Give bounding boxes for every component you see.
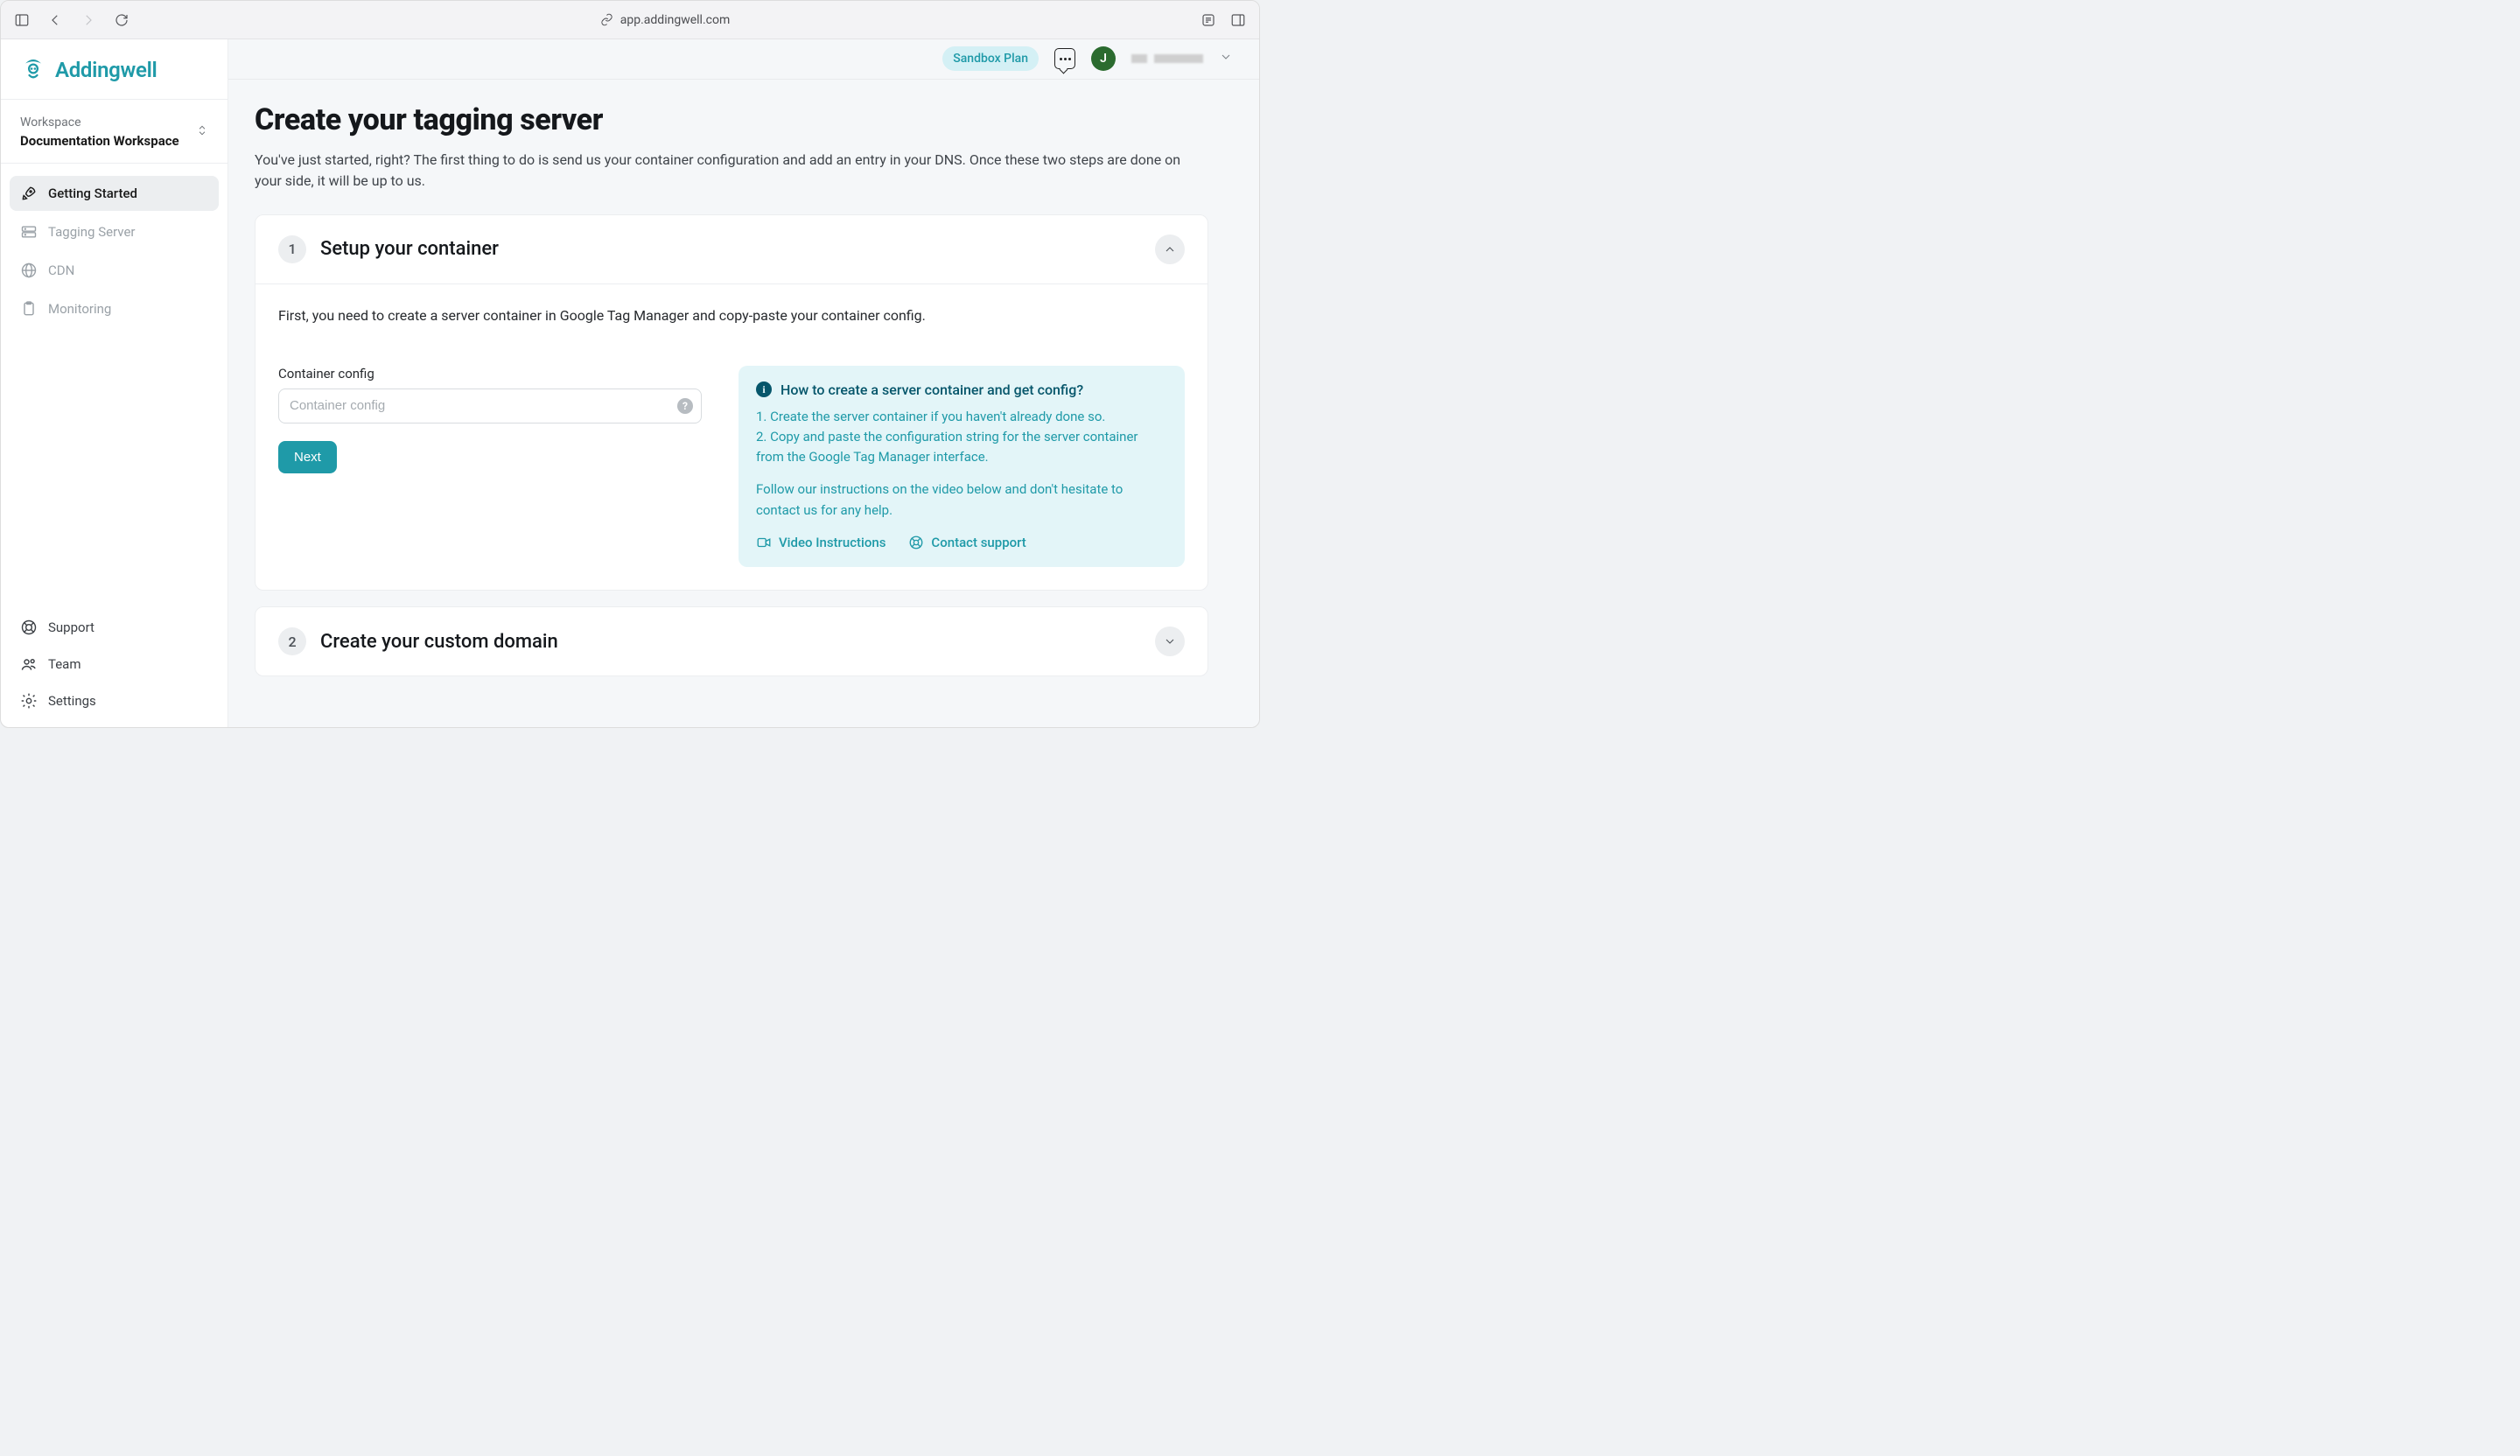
step-number: 1 [278, 235, 306, 263]
next-button[interactable]: Next [278, 441, 337, 473]
page-content: Create your tagging server You've just s… [228, 80, 1235, 728]
nav-item-label: Monitoring [48, 301, 111, 317]
chat-icon[interactable] [1054, 48, 1075, 69]
help-tail: Follow our instructions on the video bel… [756, 480, 1167, 521]
browser-window: app.addingwell.com Addingw [0, 0, 1260, 728]
gear-icon [20, 692, 38, 710]
collapse-button[interactable] [1155, 234, 1185, 264]
nav-item-label: CDN [48, 262, 74, 278]
nav-forward-icon [80, 11, 97, 29]
main-nav: Getting Started Tagging Server CDN Monit… [1, 164, 228, 339]
video-icon [756, 535, 772, 550]
nav-item-label: Support [48, 620, 94, 635]
app-sidebar: Addingwell Workspace Documentation Works… [1, 39, 228, 727]
address-bar[interactable]: app.addingwell.com [600, 13, 730, 27]
clipboard-icon [20, 300, 38, 318]
brand-name: Addingwell [55, 58, 157, 82]
panel-toggle-icon[interactable] [1229, 11, 1247, 29]
help-heading: How to create a server container and get… [780, 382, 1083, 398]
step-title: Create your custom domain [320, 631, 1141, 653]
help-icon[interactable]: ? [677, 398, 693, 414]
link-icon [600, 13, 613, 26]
step-1-body: First, you need to create a server conta… [256, 284, 1208, 591]
video-instructions-link[interactable]: Video Instructions [756, 533, 886, 553]
nav-item-label: Settings [48, 693, 96, 709]
nav-support[interactable]: Support [10, 610, 219, 645]
profile-chevron-icon[interactable] [1219, 50, 1233, 67]
lifebuoy-icon [908, 535, 924, 550]
nav-settings[interactable]: Settings [10, 683, 219, 718]
lifebuoy-icon [20, 619, 38, 636]
step-number: 2 [278, 627, 306, 655]
nav-item-label: Getting Started [48, 186, 137, 201]
step-1-card: 1 Setup your container First, you need t… [255, 214, 1208, 592]
reader-icon[interactable] [1200, 11, 1217, 29]
workspace-switcher[interactable]: Workspace Documentation Workspace [1, 100, 228, 164]
help-line-1: 1. Create the server container if you ha… [756, 409, 1105, 424]
contact-support-link[interactable]: Contact support [908, 533, 1026, 553]
bottom-nav: Support Team Settings [1, 601, 228, 727]
page-title: Create your tagging server [255, 102, 1208, 137]
info-icon: i [756, 382, 772, 397]
workspace-chevron-icon [196, 124, 208, 140]
browser-toolbar: app.addingwell.com [1, 1, 1259, 39]
team-icon [20, 655, 38, 673]
step-1-header[interactable]: 1 Setup your container [256, 215, 1208, 284]
help-panel: i How to create a server container and g… [738, 366, 1185, 568]
addingwell-mark-icon [20, 57, 46, 83]
nav-item-label: Team [48, 656, 81, 672]
server-icon [20, 223, 38, 241]
avatar[interactable]: J [1091, 46, 1116, 71]
chevron-down-icon [1163, 634, 1177, 648]
step-title: Setup your container [320, 238, 1141, 260]
help-line-2: 2. Copy and paste the configuration stri… [756, 429, 1138, 465]
step-2-card: 2 Create your custom domain [255, 606, 1208, 676]
nav-monitoring[interactable]: Monitoring [10, 291, 219, 326]
nav-back-icon[interactable] [46, 11, 64, 29]
container-config-label: Container config [278, 366, 702, 382]
nav-cdn[interactable]: CDN [10, 253, 219, 288]
nav-tagging-server[interactable]: Tagging Server [10, 214, 219, 249]
container-config-input[interactable] [278, 388, 702, 424]
page-subtitle: You've just started, right? The first th… [255, 150, 1208, 192]
app-topbar: Sandbox Plan J [228, 39, 1259, 80]
plan-badge[interactable]: Sandbox Plan [942, 46, 1039, 71]
chevron-up-icon [1163, 242, 1177, 256]
workspace-label: Workspace [20, 116, 179, 130]
container-config-form: Container config ? Next [278, 366, 702, 473]
rocket-icon [20, 185, 38, 202]
main-area: Sandbox Plan J Create your tagging serve… [228, 39, 1259, 727]
nav-getting-started[interactable]: Getting Started [10, 176, 219, 211]
url-text: app.addingwell.com [620, 13, 730, 27]
user-name-redacted [1131, 52, 1203, 65]
step-2-header[interactable]: 2 Create your custom domain [256, 607, 1208, 676]
globe-icon [20, 262, 38, 279]
expand-button[interactable] [1155, 626, 1185, 656]
sidebar-toggle-icon[interactable] [13, 11, 31, 29]
nav-team[interactable]: Team [10, 647, 219, 682]
reload-icon[interactable] [113, 11, 130, 29]
workspace-name: Documentation Workspace [20, 133, 179, 149]
brand-logo[interactable]: Addingwell [1, 39, 228, 100]
nav-item-label: Tagging Server [48, 224, 136, 240]
step-1-intro: First, you need to create a server conta… [278, 307, 1185, 324]
